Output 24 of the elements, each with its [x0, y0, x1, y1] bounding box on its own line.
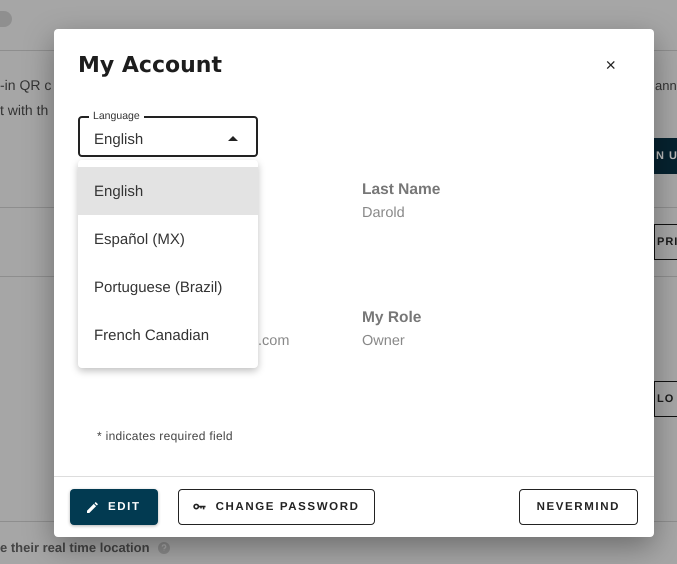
background-text: -in QR c	[0, 76, 52, 95]
menu-option[interactable]: Portuguese (Brazil)	[78, 263, 258, 311]
field-value: Owner	[362, 333, 405, 349]
menu-option[interactable]: French Canadian	[78, 311, 258, 359]
field-label: Last Name	[362, 181, 440, 199]
field-value: Darold	[362, 205, 405, 221]
background-button[interactable]: N U	[654, 138, 677, 174]
menu-option[interactable]: English	[78, 167, 258, 215]
close-button[interactable]: ×	[605, 54, 616, 76]
field-label: My Role	[362, 309, 422, 327]
language-select[interactable]: Language English	[78, 110, 258, 157]
cancel-button[interactable]: NEVERMIND	[518, 489, 638, 525]
menu-option[interactable]: Español (MX)	[78, 215, 258, 263]
background-text: e their real time location	[0, 540, 150, 555]
dialog-title: My Account	[78, 52, 222, 78]
help-icon[interactable]	[158, 542, 170, 554]
field-value: .com	[258, 333, 290, 349]
pencil-icon	[87, 502, 98, 512]
change-password-button[interactable]: CHANGE PASSWORD	[178, 489, 375, 525]
edit-button[interactable]: EDIT	[70, 489, 158, 525]
background-text: ann	[655, 77, 677, 95]
required-note: * indicates required field	[97, 429, 234, 443]
background-text: t with th	[0, 101, 50, 120]
key-icon	[192, 503, 206, 511]
